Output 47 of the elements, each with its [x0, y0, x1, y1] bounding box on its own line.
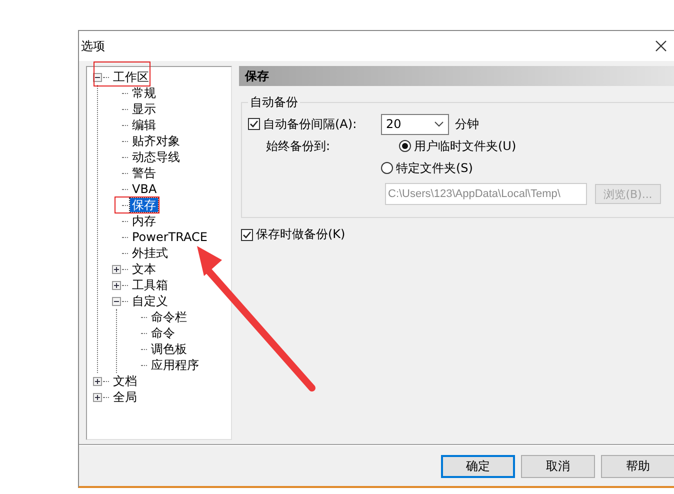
- checkbox[interactable]: [248, 118, 260, 130]
- tree-item[interactable]: 常规: [130, 86, 158, 100]
- unit-label: 分钟: [455, 116, 479, 132]
- tree-item[interactable]: 贴齐对象: [130, 134, 182, 148]
- tree-item[interactable]: 应用程序: [149, 358, 201, 372]
- tree-item[interactable]: PowerTRACE: [130, 230, 210, 244]
- radio-label: 特定文件夹(S): [396, 160, 473, 176]
- section-header: 保存: [239, 66, 674, 86]
- highlight-frame: [114, 196, 160, 214]
- dialog-button[interactable]: 取消: [521, 454, 595, 478]
- field-label: 始终备份到:: [265, 138, 332, 154]
- tree-item[interactable]: 显示: [130, 102, 158, 116]
- tree-item[interactable]: VBA: [130, 182, 159, 196]
- checkbox[interactable]: [241, 228, 253, 240]
- window-title: 选项: [81, 38, 105, 54]
- expand-icon[interactable]: [93, 376, 102, 386]
- tree-item[interactable]: 动态导线: [130, 150, 182, 164]
- interval-dropdown[interactable]: 20: [381, 114, 449, 134]
- tree-item[interactable]: 文本: [130, 262, 158, 276]
- close-icon[interactable]: [655, 40, 667, 52]
- checkbox-label: 保存时做备份(K): [256, 226, 346, 243]
- radio-button[interactable]: [399, 140, 411, 152]
- collapse-icon[interactable]: [112, 296, 121, 306]
- radio-label: 用户临时文件夹(U): [414, 138, 516, 154]
- tree-item[interactable]: 文档: [111, 374, 139, 388]
- tree-item[interactable]: 外挂式: [130, 246, 170, 260]
- tree-item[interactable]: 全局: [111, 390, 139, 404]
- tree-item[interactable]: 编辑: [130, 118, 158, 132]
- tree-item[interactable]: 保存: [130, 198, 158, 212]
- caret-icon[interactable]: [434, 121, 444, 127]
- expand-icon[interactable]: [93, 392, 102, 402]
- tree-item[interactable]: 调色板: [149, 342, 189, 356]
- highlight-frame: [94, 62, 150, 86]
- tree-item[interactable]: 命令: [149, 326, 177, 340]
- radio-button[interactable]: [381, 162, 393, 174]
- tree-item[interactable]: 警告: [130, 166, 158, 180]
- tree-item[interactable]: 自定义: [130, 294, 170, 308]
- expand-icon[interactable]: [112, 264, 121, 274]
- tree-item[interactable]: 内存: [130, 214, 158, 228]
- expand-icon[interactable]: [112, 280, 121, 290]
- tree-item[interactable]: 工具箱: [130, 278, 170, 292]
- dialog-button[interactable]: 帮助: [601, 454, 674, 478]
- tree-item[interactable]: 工作区: [111, 70, 151, 84]
- group-title: 自动备份: [249, 94, 299, 111]
- checkbox-label: 自动备份间隔(A):: [263, 116, 357, 132]
- dialog-button[interactable]: 确定: [441, 454, 515, 478]
- tree-item[interactable]: 命令栏: [149, 310, 189, 324]
